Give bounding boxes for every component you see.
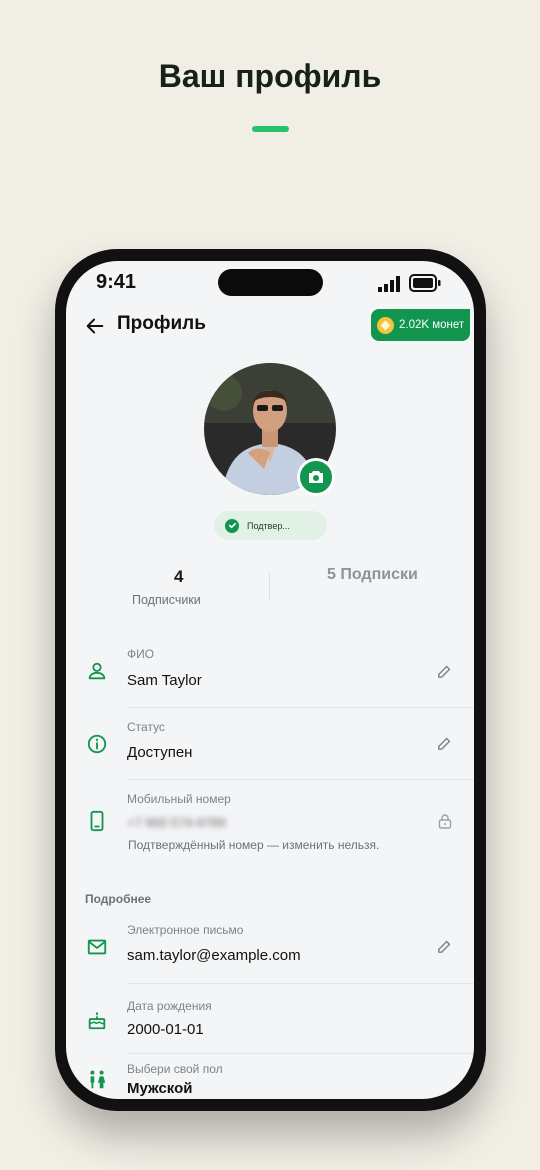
edit-status-icon[interactable] (436, 735, 453, 752)
person-icon (88, 662, 106, 680)
status-value: Доступен (127, 744, 193, 761)
battery-icon (409, 274, 441, 292)
status-time: 9:41 (96, 271, 137, 293)
page-headline: Ваш профиль (158, 58, 382, 94)
followers-label[interactable]: Подписчики (132, 593, 201, 607)
email-value: sam.taylor@example.com (127, 947, 301, 964)
divider (127, 707, 474, 708)
check-circle-icon (225, 518, 239, 533)
mail-icon (87, 939, 107, 955)
edit-name-icon[interactable] (436, 663, 453, 680)
birthday-value: 2000-01-01 (127, 1021, 204, 1038)
info-icon (87, 734, 107, 754)
divider (127, 983, 474, 984)
divider (127, 779, 474, 780)
dynamic-island (218, 269, 323, 296)
cake-icon (88, 1011, 106, 1030)
name-label: ФИО (127, 647, 155, 661)
stats-divider (269, 572, 270, 600)
gender-icon (90, 1070, 106, 1089)
gender-value[interactable]: Мужской (127, 1080, 193, 1097)
phone-screen: 9:41 Профиль 2.02K монет Подтвер... 4 По… (66, 261, 474, 1099)
change-photo-button[interactable] (297, 458, 335, 496)
page-title: Профиль (117, 313, 206, 334)
phone-label: Мобильный номер (127, 792, 231, 806)
headline-underline (252, 126, 289, 132)
coin-icon (377, 316, 394, 334)
camera-icon (309, 471, 323, 483)
back-arrow-icon[interactable] (84, 315, 106, 337)
status-label: Статус (127, 720, 165, 734)
lock-icon (438, 814, 452, 829)
signal-icon (378, 276, 400, 292)
coins-badge[interactable]: 2.02K монет (371, 309, 470, 341)
birthday-label: Дата рождения (127, 999, 212, 1013)
name-value: Sam Taylor (127, 672, 202, 689)
following-count[interactable]: 5 Подписки (327, 566, 418, 584)
followers-count[interactable]: 4 (174, 567, 183, 587)
verified-label: Подтвер... (247, 520, 290, 531)
mobile-phone-icon (90, 810, 104, 832)
phone-value: +7 900 574-9789 (127, 815, 226, 830)
verified-badge: Подтвер... (214, 511, 327, 540)
edit-email-icon[interactable] (436, 938, 453, 955)
divider (127, 1053, 474, 1054)
email-label: Электронное письмо (127, 923, 244, 937)
phone-hint: Подтверждённый номер — изменить нельзя. (128, 838, 380, 852)
coins-label: 2.02K монет (399, 319, 465, 331)
gender-label: Выбери свой пол (127, 1062, 223, 1076)
details-section-title: Подробнее (85, 892, 152, 906)
